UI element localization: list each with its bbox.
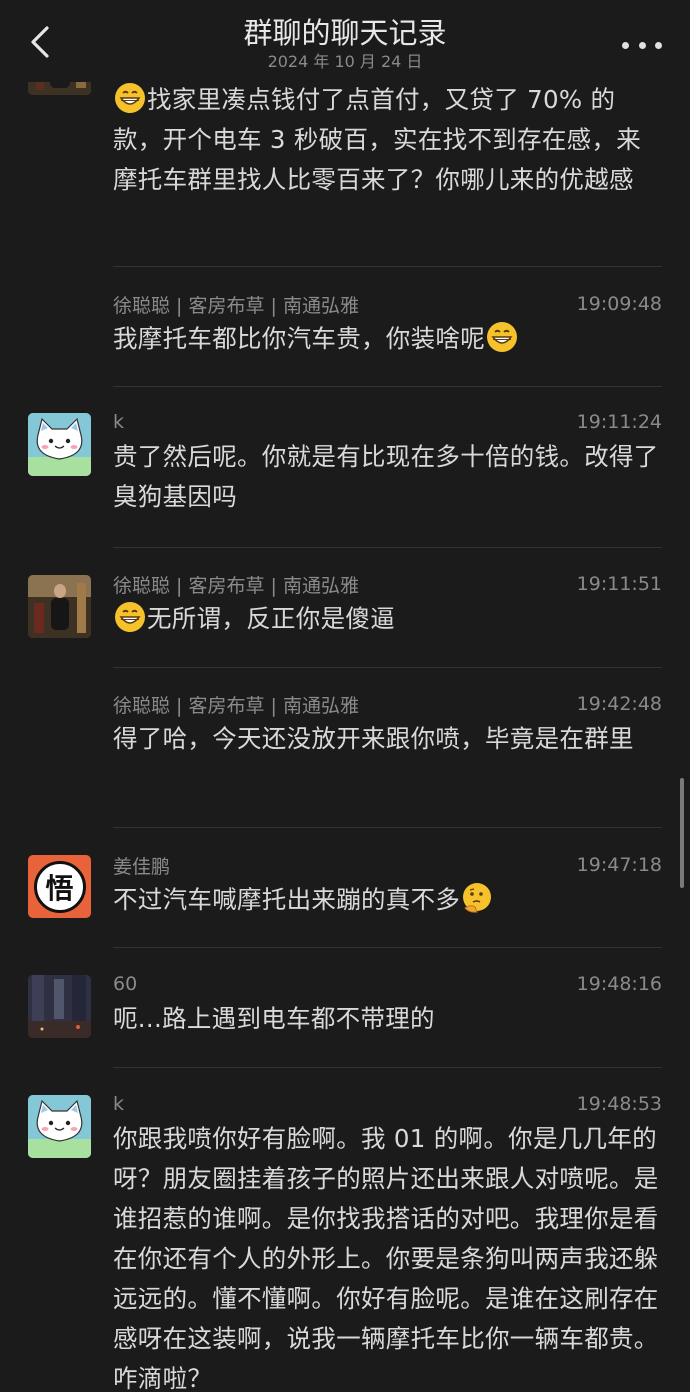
cat-avatar-icon xyxy=(28,1095,91,1158)
cat-avatar-icon xyxy=(28,413,91,476)
message-text: 贵了然后呢。你就是有比现在多十倍的钱。改得了臭狗基因吗 xyxy=(113,442,659,511)
message-item: 徐聪聪 | 客房布草 | 南通弘雅 19:09:48 我摩托车都比你汽车贵，你装… xyxy=(0,289,690,359)
message-text: 得了哈，今天还没放开来跟你喷，毕竟是在群里 xyxy=(113,724,634,753)
message-time: 19:11:24 xyxy=(576,411,662,433)
message-item: 60 19:48:16 呃...路上遇到电车都不带理的 xyxy=(0,969,690,1039)
message-divider xyxy=(113,386,662,387)
grinning-emoji-icon xyxy=(115,602,145,632)
message-text: 无所谓，反正你是傻逼 xyxy=(113,599,662,639)
more-dots-icon xyxy=(638,41,646,49)
message-divider xyxy=(113,947,662,948)
header-title-group: 群聊的聊天记录 2024 年 10 月 24 日 xyxy=(0,14,690,72)
message-text: 呃...路上遇到电车都不带理的 xyxy=(113,1004,435,1033)
chat-history-page: 群聊的聊天记录 2024 年 10 月 24 日 找家里凑点钱付了点首付，又贷了… xyxy=(0,0,690,1392)
message-time: 19:42:48 xyxy=(576,693,662,715)
message-item: 徐聪聪 | 客房布草 | 南通弘雅 19:11:51 无所谓，反正你是傻逼 xyxy=(0,569,690,639)
sender-name[interactable]: k xyxy=(113,411,124,433)
message-divider xyxy=(113,266,662,267)
grinning-emoji-icon xyxy=(487,322,517,352)
message-item: 悟 姜佳鹏 19:47:18 不过汽车喊摩托出来蹦的真不多 xyxy=(0,850,690,920)
avatar[interactable]: 悟 xyxy=(28,855,91,918)
message-item: 找家里凑点钱付了点首付，又贷了 70% 的款，开个电车 3 秒破百，实在找不到存… xyxy=(0,32,690,247)
message-divider xyxy=(113,667,662,668)
message-divider xyxy=(113,1067,662,1068)
message-item: 徐聪聪 | 客房布草 | 南通弘雅 19:42:48 得了哈，今天还没放开来跟你… xyxy=(0,689,690,759)
sender-name[interactable]: 徐聪聪 | 客房布草 | 南通弘雅 xyxy=(113,691,359,718)
message-divider xyxy=(113,547,662,548)
sender-name[interactable]: 60 xyxy=(113,973,137,995)
scrollbar[interactable] xyxy=(680,778,684,888)
message-time: 19:47:18 xyxy=(576,854,662,876)
message-text: 不过汽车喊摩托出来蹦的真不多 xyxy=(113,880,662,920)
sender-name[interactable]: 姜佳鹏 xyxy=(113,852,170,879)
street-photo-icon xyxy=(28,975,91,1038)
avatar[interactable] xyxy=(28,1095,91,1158)
message-text: 找家里凑点钱付了点首付，又贷了 70% 的款，开个电车 3 秒破百，实在找不到存… xyxy=(113,72,662,200)
page-subtitle-date: 2024 年 10 月 24 日 xyxy=(267,52,423,71)
message-text: 你跟我喷你好有脸啊。我 01 的啊。你是几几年的呀？朋友圈挂着孩子的照片还出来跟… xyxy=(113,1124,659,1392)
more-options-button[interactable] xyxy=(622,30,662,60)
avatar[interactable] xyxy=(28,975,91,1038)
grinning-emoji-icon xyxy=(115,83,145,113)
message-time: 19:11:51 xyxy=(576,573,662,595)
sender-name[interactable]: 徐聪聪 | 客房布草 | 南通弘雅 xyxy=(113,571,359,598)
message-time: 19:09:48 xyxy=(576,293,662,315)
thinking-emoji-icon xyxy=(463,883,492,913)
avatar-char: 悟 xyxy=(33,860,86,913)
message-divider xyxy=(113,827,662,828)
header-bar: 群聊的聊天记录 2024 年 10 月 24 日 xyxy=(0,0,690,82)
avatar[interactable] xyxy=(28,413,91,476)
user-photo-icon xyxy=(28,575,91,638)
message-time: 19:48:53 xyxy=(576,1093,662,1115)
message-item: k 19:11:24 贵了然后呢。你就是有比现在多十倍的钱。改得了臭狗基因吗 xyxy=(0,407,690,517)
sender-name[interactable]: k xyxy=(113,1093,124,1115)
page-title: 群聊的聊天记录 xyxy=(243,16,447,50)
message-time: 19:48:16 xyxy=(576,973,662,995)
more-dots-icon xyxy=(622,41,629,49)
sender-name[interactable]: 徐聪聪 | 客房布草 | 南通弘雅 xyxy=(113,291,359,318)
message-item: k 19:48:53 你跟我喷你好有脸啊。我 01 的啊。你是几几年的呀？朋友圈… xyxy=(0,1089,690,1392)
message-text: 我摩托车都比你汽车贵，你装啥呢 xyxy=(113,319,662,359)
more-dots-icon xyxy=(655,41,662,49)
avatar[interactable] xyxy=(28,575,91,638)
